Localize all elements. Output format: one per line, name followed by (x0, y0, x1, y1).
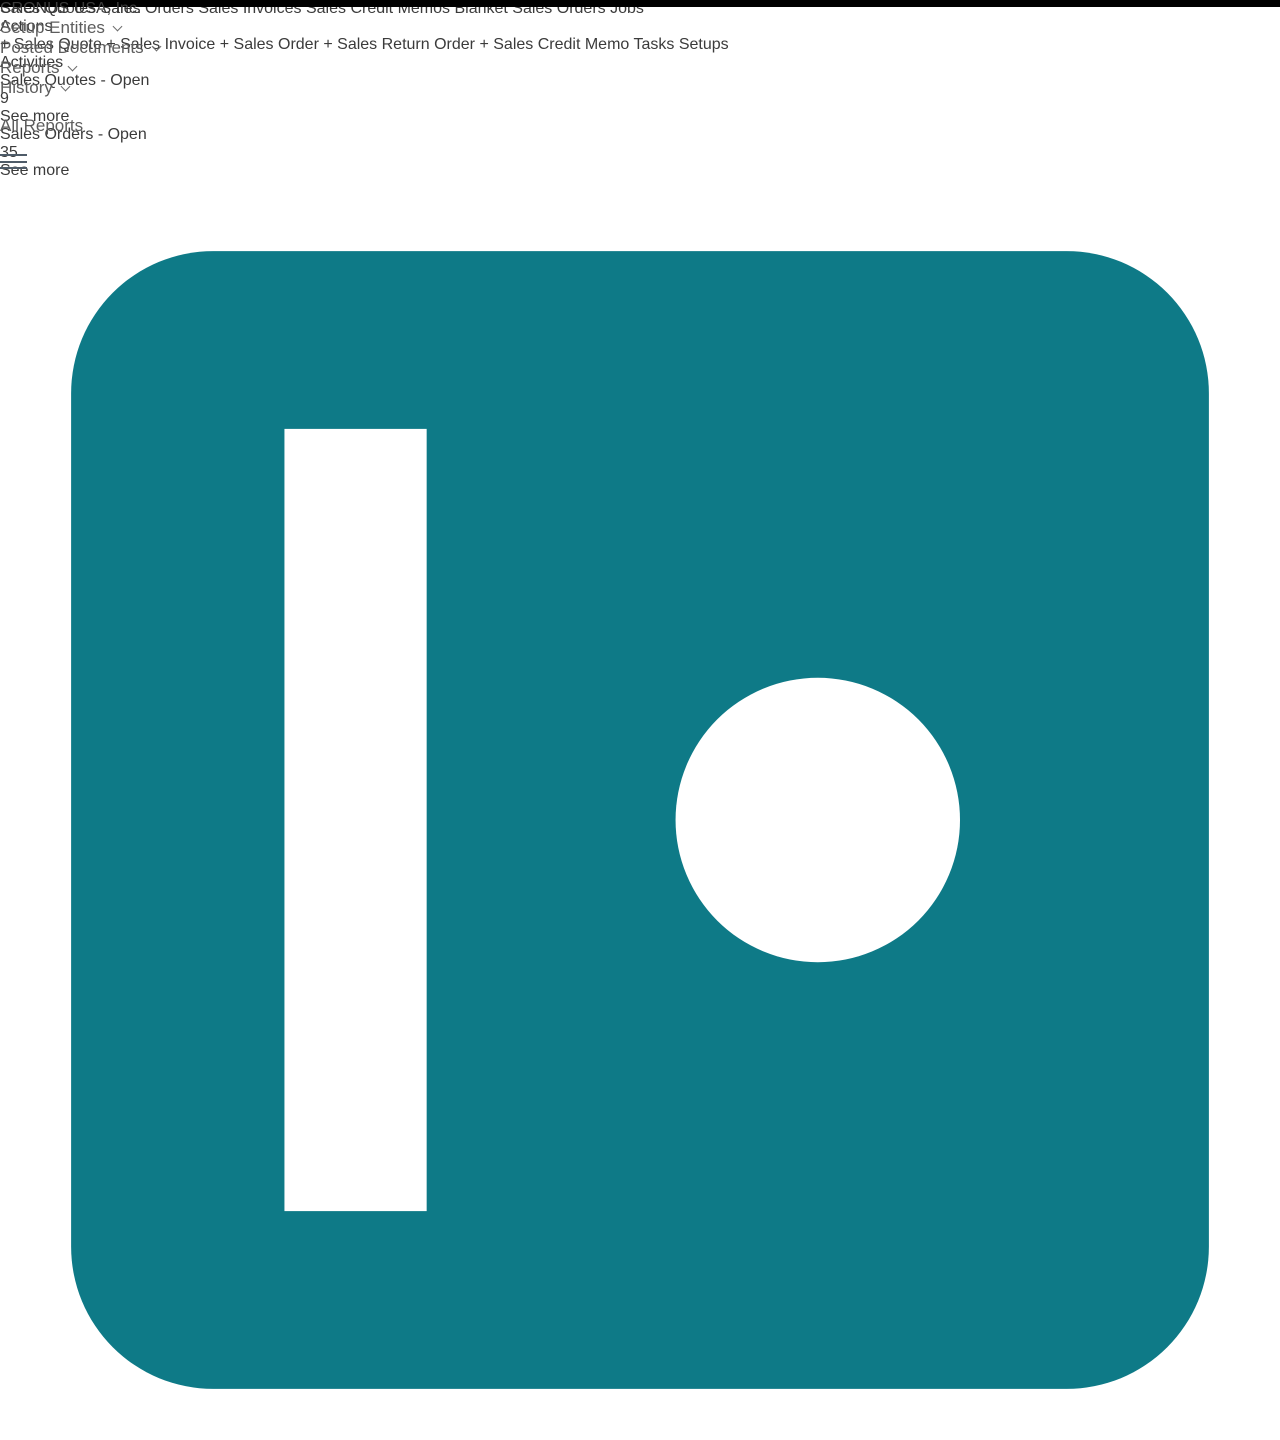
menu-all-reports[interactable]: All Reports (0, 116, 168, 136)
plus-icon: + (323, 36, 332, 53)
menu-history[interactable]: History (0, 78, 168, 98)
action-label: Sales Return Order (337, 36, 475, 53)
action-label: Sales Order (234, 36, 319, 53)
chevron-down-icon (112, 22, 122, 32)
hamburger-menu-icon[interactable] (0, 154, 27, 169)
tasks-dropdown-menu: Commission Journal Test Specific Commiss… (0, 180, 1280, 1440)
company-name[interactable]: CRONUS USA, Inc. (0, 0, 141, 17)
action-label: Setups (679, 36, 729, 53)
plus-icon: + (479, 36, 488, 53)
top-navigation: CRONUS USA, Inc. Setup Entities Posted D… (0, 0, 201, 169)
action-label: Tasks (633, 36, 674, 53)
menu-setup-entities[interactable]: Setup Entities (0, 18, 168, 38)
chevron-down-icon (151, 42, 161, 52)
menu-reports[interactable]: Reports (0, 58, 168, 78)
action-new-sales-credit-memo[interactable]: + Sales Credit Memo (479, 36, 633, 53)
action-new-sales-order[interactable]: + Sales Order (220, 36, 324, 53)
action-menu-setups[interactable]: Setups (679, 36, 729, 53)
action-new-sales-return-order[interactable]: + Sales Return Order (323, 36, 479, 53)
action-label: Sales Credit Memo (493, 36, 629, 53)
menu-label: History (0, 78, 53, 98)
chevron-down-icon (60, 82, 70, 92)
menu-label: All Reports (0, 116, 83, 136)
journal-icon (0, 180, 1280, 1440)
menu-label: Reports (0, 58, 60, 78)
chevron-down-icon (67, 62, 77, 72)
action-menu-tasks[interactable]: Tasks (633, 36, 678, 53)
menu-label: Posted Documents (0, 38, 144, 58)
plus-icon: + (220, 36, 229, 53)
menu-label: Setup Entities (0, 18, 105, 38)
menu-item-commission-journal[interactable]: Commission Journal (0, 180, 1280, 1440)
menu-posted-documents[interactable]: Posted Documents (0, 38, 168, 58)
